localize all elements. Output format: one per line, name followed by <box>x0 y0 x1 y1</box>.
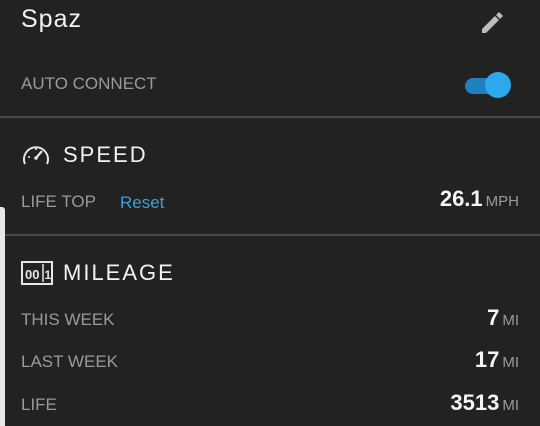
life-top-label: LIFE TOP <box>21 192 96 211</box>
this-week-unit: MI <box>502 312 519 329</box>
life-value: 3513 MI <box>450 390 519 416</box>
speed-section-title: SPEED <box>63 142 148 167</box>
device-name: Spaz <box>21 5 82 33</box>
odometer-icon: 00 1 <box>21 260 53 286</box>
life-label: LIFE <box>21 395 57 414</box>
last-week-number: 17 <box>474 347 500 372</box>
this-week-label: THIS WEEK <box>21 310 115 329</box>
last-week-value: 17 MI <box>475 347 519 373</box>
life-unit: MI <box>502 397 519 414</box>
last-week-label: LAST WEEK <box>21 352 118 371</box>
speedometer-icon <box>21 142 51 168</box>
svg-text:00: 00 <box>25 267 39 282</box>
this-week-value: 7 MI <box>487 305 519 331</box>
reset-link[interactable]: Reset <box>120 193 164 213</box>
life-top-number: 26.1 <box>439 186 483 211</box>
divider <box>0 116 540 118</box>
this-week-number: 7 <box>487 305 500 330</box>
last-week-unit: MI <box>502 354 519 371</box>
svg-text:1: 1 <box>45 268 52 282</box>
auto-connect-label: AUTO CONNECT <box>21 74 157 93</box>
divider <box>0 234 540 236</box>
scroll-handle[interactable] <box>0 207 5 426</box>
life-top-value: 26.1 MPH <box>440 186 519 212</box>
auto-connect-toggle[interactable] <box>465 72 511 98</box>
pencil-icon[interactable] <box>478 7 506 35</box>
life-top-unit: MPH <box>485 193 519 210</box>
life-number: 3513 <box>450 390 500 415</box>
mileage-section-title: MILEAGE <box>63 260 175 285</box>
